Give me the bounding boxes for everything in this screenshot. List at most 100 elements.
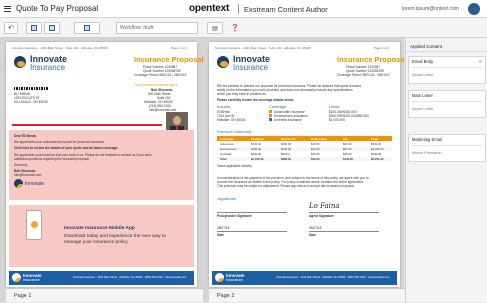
table-cell: $200.00 (251, 152, 262, 156)
help-button[interactable]: ❓ (228, 22, 242, 34)
intro-text: We appreciate your customized proposal f… (14, 140, 106, 144)
workflow-select[interactable]: Workflow: draft (116, 22, 198, 34)
layout-icon (49, 25, 55, 31)
page-2-label: Page 2 (209, 288, 406, 302)
toolbar: ↶ Workflow: draft ▤ ❓ (0, 18, 487, 38)
innovate-logo (14, 56, 26, 68)
promo-text: manage your insurance policy. (64, 240, 129, 245)
panel-section-email-body[interactable]: Email Body ⚙ Quote Letter (408, 56, 486, 84)
table-cell: $42.00 (311, 157, 320, 161)
logo-sub: Insurance (30, 63, 66, 72)
table-cell: $60.00 (281, 152, 290, 156)
section-value[interactable]: Mobile Promotion (412, 151, 442, 155)
panel-section-main-letter[interactable]: Main Letter Quote Letter (408, 90, 486, 118)
table-cell: $144.00 (343, 157, 354, 161)
innovate-logo (215, 273, 224, 282)
table-header-cell: Policy fees (311, 137, 327, 141)
layout-one-button[interactable] (26, 22, 42, 34)
coverage-heading: Coverage (269, 104, 287, 109)
opentext-logo: opentext (189, 3, 230, 14)
postal-barcode (14, 87, 48, 90)
innovate-logo (14, 179, 23, 188)
agent-heading: Your Innovate Insurance Agent (134, 83, 178, 87)
table-cell: Umbrella (220, 152, 232, 156)
signer-email: info@innovate.com (14, 173, 42, 177)
footer-text: Innovate Insurance · 1234 Main Street · … (276, 276, 390, 279)
table-row: Umbrella $200.00 $60.00 $15.00 $25.00 $240.00 (217, 152, 392, 156)
table-cell: $700.00 (251, 147, 262, 151)
table-header-cell: Total (371, 137, 378, 141)
layout-three-button[interactable] (74, 22, 100, 34)
page-footer: Innovate Insurance Innovate Insurance · … (212, 271, 397, 285)
promo-text: Download today and experience the new wa… (64, 234, 166, 239)
checkbox-icon (269, 118, 272, 121)
menu-icon[interactable] (4, 4, 11, 13)
premium-summary-heading: Premium Summary (217, 129, 252, 134)
table-header: Coverage Premium Broker fee Policy fees … (217, 136, 392, 141)
table-cell: $380.00 (281, 157, 292, 161)
page-1-label: Page 1 (6, 288, 203, 302)
rates-note: Taxes applicable directly (217, 164, 252, 168)
section-title: Main Letter (412, 93, 433, 98)
layout-two-button[interactable] (44, 22, 60, 34)
coverage-period: Coverage Period 08/01/18 - 08/01/19 (337, 73, 390, 77)
table-cell: Automotive (220, 142, 234, 146)
date-label: Date (217, 233, 224, 237)
intro-text: Please carefully review the coverage det… (217, 98, 295, 102)
table-cell: $1,302.00 (371, 147, 384, 151)
phone-image (26, 210, 42, 240)
footer-text: Innovate Insurance · 1234 Main Street · … (73, 276, 187, 279)
undo-icon-button[interactable]: ↶ (4, 22, 18, 34)
logo-sub: Insurance (23, 278, 40, 282)
table-cell: $240.00 (371, 152, 382, 156)
section-value[interactable]: Quote Letter (412, 73, 433, 77)
user-email[interactable]: lorem.ipsum@ontext.com (402, 6, 459, 12)
innovate-logo (217, 56, 229, 68)
promo-title: Innovate Insurance Mobile App (64, 226, 135, 231)
table-cell: $15.00 (311, 142, 320, 146)
coverage-period: Coverage Period 08/01/18 - 08/01/19 (134, 73, 187, 77)
body-text: additional questions regarding the enclo… (14, 157, 90, 161)
logo-sub: Insurance (233, 63, 269, 72)
page-number: Page 2 of 2 (374, 46, 390, 50)
logo-name: Innovate (25, 181, 45, 187)
section-value[interactable]: Quote Letter (412, 107, 433, 111)
settings-icon[interactable]: ⚙ (478, 59, 482, 64)
page-number: Page 1 of 2 (171, 46, 187, 50)
applied-content-panel: Applied Content Email Body ⚙ Quote Lette… (405, 38, 487, 302)
address-line: HILLSDALE, OH 45026 (14, 100, 48, 104)
table-cell: Homeowners (220, 147, 237, 151)
table-cell: $1,700.00 (251, 157, 264, 161)
table-row: Homeowners $700.00 $140.00 $12.00 $87.00 $1,3… (217, 147, 392, 151)
doc-heading: Insurance Proposal (337, 55, 407, 64)
date-line (309, 231, 379, 232)
insured-line: Hillsdale, OH 45026 (217, 118, 246, 122)
page-2[interactable]: Innovate Insurance · 1234 Main Street · … (209, 42, 407, 287)
panel-section-marketing-email[interactable]: Marketing Email Mobile Promotion (408, 134, 486, 162)
product-name: Exstream Content Author (244, 5, 328, 14)
table-row: Total $1,700.00 $380.00 $42.00 $144.00 $2,251… (217, 157, 392, 161)
table-header-cell: Coverage (220, 137, 234, 141)
cta-text[interactable]: Click here to review the details of your… (14, 146, 118, 150)
document-title: Quote To Pay Proposal (16, 4, 99, 13)
checkbox-icon (269, 114, 272, 117)
table-header-cell: Tax (343, 137, 348, 141)
table-header-cell: Premium (251, 137, 264, 141)
section-title: Marketing Email (412, 137, 443, 142)
divider (238, 4, 239, 14)
panel-heading: Applied Content (406, 42, 487, 52)
page-1[interactable]: Innovate Insurance · 1234 Main Street · … (6, 42, 204, 287)
closing: Sincerely, (14, 163, 28, 167)
table-cell: Total (220, 157, 227, 161)
innovate-logo (12, 273, 21, 282)
limits-line: $1,000,000 (329, 118, 345, 122)
agreement-text: This premium may be subject to adjustmen… (217, 184, 355, 188)
print-button[interactable]: ▤ (207, 22, 223, 34)
user-avatar[interactable] (468, 3, 480, 15)
signature-line (309, 212, 379, 213)
table-cell: $180.00 (281, 142, 292, 146)
print-icon: ▤ (212, 25, 218, 32)
document-workspace[interactable]: Innovate Insurance · 1234 Main Street · … (0, 38, 407, 302)
table-cell: $15.00 (311, 152, 320, 156)
table-cell: $720.00 (251, 142, 262, 146)
